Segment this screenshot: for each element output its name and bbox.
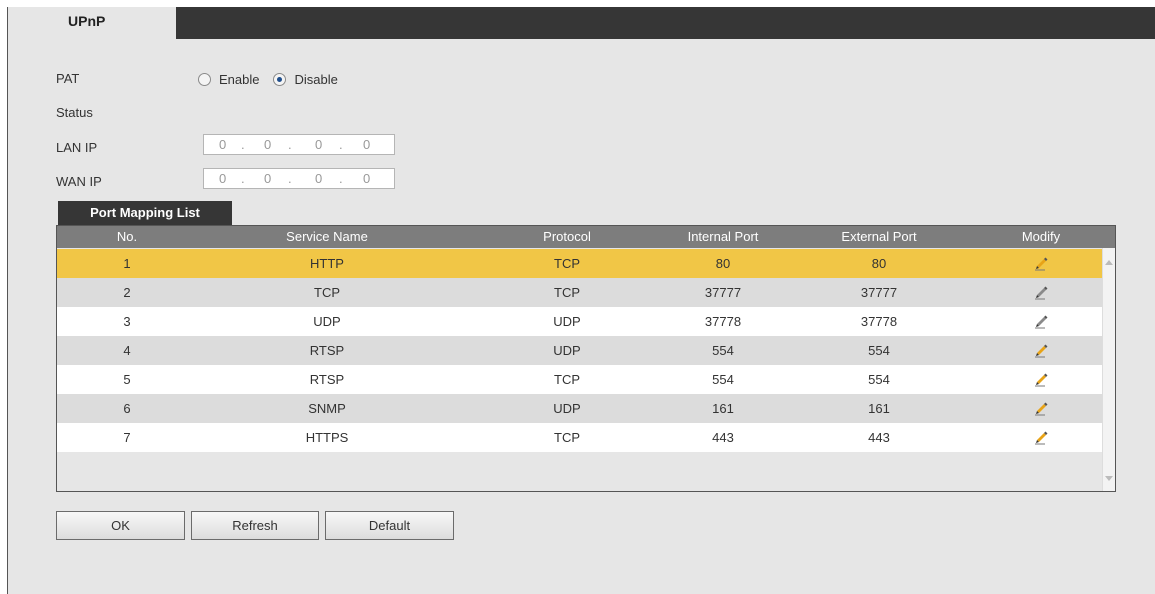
cell-no: 7 xyxy=(123,430,131,445)
cell-no: 2 xyxy=(123,285,131,300)
table-row[interactable]: 7 HTTPS TCP 443 443 xyxy=(57,423,1103,452)
cell-protocol: UDP xyxy=(553,401,581,416)
cell-protocol: TCP xyxy=(554,372,580,387)
ip-dot: . xyxy=(288,137,292,152)
disable-radio-label[interactable]: Disable xyxy=(294,72,337,87)
table-row[interactable]: 6 SNMP UDP 161 161 xyxy=(57,394,1103,423)
cell-internal: 80 xyxy=(715,256,731,271)
wan-ip-label: WAN IP xyxy=(56,174,102,189)
cell-service: RTSP xyxy=(309,372,345,387)
cell-internal: 443 xyxy=(712,430,734,445)
enable-radio-label[interactable]: Enable xyxy=(219,72,259,87)
lan-ip-input[interactable]: 0 . 0 . 0 . 0 xyxy=(203,134,395,155)
default-button[interactable]: Default xyxy=(325,511,454,540)
table-row[interactable]: 4 RTSP UDP 554 554 xyxy=(57,336,1103,365)
disable-radio[interactable] xyxy=(273,72,287,86)
wan-ip-octet-1[interactable]: 0 xyxy=(219,171,226,186)
cell-external: 80 xyxy=(871,256,887,271)
ip-dot: . xyxy=(241,137,245,152)
cell-no: 1 xyxy=(123,256,131,271)
tab-bar: UPnP xyxy=(8,7,1155,40)
port-mapping-table: No. Service Name Protocol Internal Port … xyxy=(56,225,1116,492)
cell-protocol: TCP xyxy=(554,430,580,445)
table-row[interactable]: 2 TCP TCP 37777 37777 xyxy=(57,278,1103,307)
cell-service: UDP xyxy=(313,314,341,329)
lan-ip-label: LAN IP xyxy=(56,140,98,155)
wan-ip-octet-3[interactable]: 0 xyxy=(315,171,322,186)
cell-internal: 554 xyxy=(712,372,734,387)
tab-port-mapping-list[interactable]: Port Mapping List xyxy=(58,201,232,225)
cell-protocol: TCP xyxy=(554,285,580,300)
cell-protocol: UDP xyxy=(553,343,581,358)
pencil-icon xyxy=(1035,286,1048,300)
pencil-icon[interactable] xyxy=(1033,342,1049,358)
cell-internal: 37777 xyxy=(704,285,742,300)
cell-internal: 37778 xyxy=(704,314,742,329)
wan-ip-input[interactable]: 0 . 0 . 0 . 0 xyxy=(203,168,395,189)
cell-no: 3 xyxy=(123,314,131,329)
scroll-down-icon[interactable] xyxy=(1105,476,1113,481)
ip-dot: . xyxy=(339,137,343,152)
wan-ip-octet-4[interactable]: 0 xyxy=(363,171,370,186)
cell-external: 554 xyxy=(868,343,890,358)
cell-no: 4 xyxy=(123,343,131,358)
enable-radio[interactable] xyxy=(198,72,211,86)
cell-service: SNMP xyxy=(308,401,346,416)
scroll-up-icon[interactable] xyxy=(1105,260,1113,265)
col-internal-port: Internal Port xyxy=(687,229,759,244)
ok-button[interactable]: OK xyxy=(56,511,185,540)
lan-ip-octet-3[interactable]: 0 xyxy=(315,137,322,152)
upnp-panel: UPnP PAT Enable Disable Status LAN IP 0 … xyxy=(7,7,1155,594)
cell-external: 443 xyxy=(868,430,890,445)
tab-upnp[interactable]: UPnP xyxy=(8,7,176,40)
cell-no: 5 xyxy=(123,372,131,387)
col-external-port: External Port xyxy=(841,229,917,244)
cell-service: TCP xyxy=(314,285,340,300)
col-modify: Modify xyxy=(1021,229,1061,244)
status-label: Status xyxy=(56,105,93,120)
col-protocol: Protocol xyxy=(543,229,591,244)
ip-dot: . xyxy=(241,171,245,186)
pat-radio-group: Enable Disable xyxy=(198,71,352,87)
col-service-name: Service Name xyxy=(286,229,368,244)
cell-service: RTSP xyxy=(309,343,345,358)
lan-ip-octet-2[interactable]: 0 xyxy=(264,137,271,152)
cell-internal: 161 xyxy=(712,401,734,416)
cell-service: HTTPS xyxy=(305,430,349,445)
vertical-scrollbar[interactable] xyxy=(1102,248,1115,491)
table-row[interactable]: 1 HTTP TCP 80 80 xyxy=(57,249,1103,278)
refresh-button[interactable]: Refresh xyxy=(191,511,319,540)
pat-label: PAT xyxy=(56,71,80,86)
ip-dot: . xyxy=(339,171,343,186)
pencil-icon[interactable] xyxy=(1033,400,1049,416)
wan-ip-octet-2[interactable]: 0 xyxy=(264,171,271,186)
cell-protocol: TCP xyxy=(554,256,580,271)
table-row[interactable]: 3 UDP UDP 37778 37778 xyxy=(57,307,1103,336)
table-header: No. Service Name Protocol Internal Port … xyxy=(57,226,1115,248)
table-row[interactable]: 5 RTSP TCP 554 554 xyxy=(57,365,1103,394)
lan-ip-octet-1[interactable]: 0 xyxy=(219,137,226,152)
tab-upnp-label: UPnP xyxy=(68,13,106,29)
pencil-icon[interactable] xyxy=(1033,429,1049,445)
cell-external: 37778 xyxy=(860,314,898,329)
cell-external: 161 xyxy=(868,401,890,416)
pencil-icon[interactable] xyxy=(1033,371,1049,387)
cell-protocol: UDP xyxy=(553,314,581,329)
cell-no: 6 xyxy=(123,401,131,416)
lan-ip-octet-4[interactable]: 0 xyxy=(363,137,370,152)
cell-service: HTTP xyxy=(310,256,344,271)
ip-dot: . xyxy=(288,171,292,186)
col-no: No. xyxy=(116,229,138,244)
pencil-icon[interactable] xyxy=(1033,255,1049,271)
cell-external: 37777 xyxy=(860,285,898,300)
pencil-icon xyxy=(1035,315,1048,329)
cell-internal: 554 xyxy=(712,343,734,358)
cell-external: 554 xyxy=(868,372,890,387)
